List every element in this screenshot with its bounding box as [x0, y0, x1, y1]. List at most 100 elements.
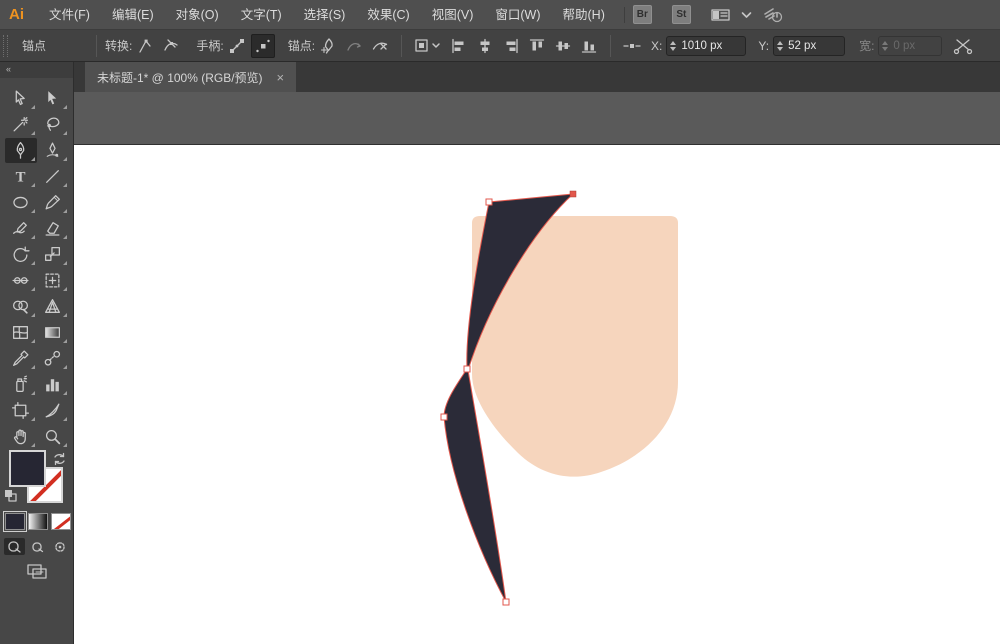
magic-wand-tool[interactable]: [5, 112, 37, 137]
touch-gesture-icon[interactable]: [762, 5, 786, 25]
none-button[interactable]: [51, 513, 71, 530]
y-spinner[interactable]: [777, 40, 784, 51]
width-label: 宽:: [859, 39, 875, 53]
document-area: 未标题-1* @ 100% (RGB/预览) ×: [74, 62, 1000, 644]
illustrator-window: Ai 文件(F) 编辑(E) 对象(O) 文字(T) 选择(S) 效果(C) 视…: [0, 0, 1000, 644]
menu-view[interactable]: 视图(V): [421, 0, 485, 30]
anchor-point[interactable]: [502, 598, 510, 606]
symbol-sprayer-tool[interactable]: [5, 372, 37, 397]
blend-tool[interactable]: [37, 346, 69, 371]
width-tool[interactable]: [5, 268, 37, 293]
width-value: 0 px: [893, 39, 916, 52]
direct-selection-tool[interactable]: [37, 86, 69, 111]
fill-swatch[interactable]: [9, 450, 46, 487]
menu-select[interactable]: 选择(S): [293, 0, 357, 30]
anchor-point[interactable]: [463, 365, 471, 373]
slice-tool[interactable]: [37, 398, 69, 423]
x-spinner[interactable]: [670, 40, 677, 51]
artwork-svg[interactable]: [74, 92, 1000, 644]
align-h-left-icon[interactable]: [447, 34, 471, 58]
anchor-point[interactable]: [485, 198, 493, 206]
mesh-tool[interactable]: [5, 320, 37, 345]
convert-corner-icon[interactable]: [133, 34, 157, 58]
y-field[interactable]: 52 px: [773, 35, 846, 56]
color-button[interactable]: [3, 511, 27, 532]
workspace-switcher-icon[interactable]: [711, 7, 731, 23]
align-v-center-icon[interactable]: [551, 34, 575, 58]
scissors-icon[interactable]: [952, 34, 976, 58]
anchor-marker-icon: [620, 34, 644, 58]
menu-window[interactable]: 窗口(W): [484, 0, 551, 30]
type-tool[interactable]: T: [5, 164, 37, 189]
lasso-tool[interactable]: [37, 112, 69, 137]
panel-grip[interactable]: [3, 34, 8, 57]
menu-edit[interactable]: 编辑(E): [101, 0, 165, 30]
rotate-tool[interactable]: [5, 242, 37, 267]
draw-normal-button[interactable]: [4, 538, 25, 555]
menu-file[interactable]: 文件(F): [38, 0, 101, 30]
anchors-label: 锚点:: [287, 39, 316, 53]
x-value[interactable]: 1010 px: [681, 40, 722, 52]
align-h-center-icon[interactable]: [473, 34, 497, 58]
canvas[interactable]: [74, 92, 1000, 644]
curvature-tool[interactable]: [37, 138, 69, 163]
paintbrush-tool[interactable]: [37, 190, 69, 215]
screen-mode-button[interactable]: [0, 562, 74, 581]
perspective-grid-tool[interactable]: [37, 294, 69, 319]
ellipse-tool[interactable]: [5, 190, 37, 215]
artboard-tool[interactable]: [5, 398, 37, 423]
document-tab[interactable]: 未标题-1* @ 100% (RGB/预览) ×: [85, 62, 297, 92]
x-label: X:: [651, 38, 663, 53]
free-transform-tool[interactable]: [37, 268, 69, 293]
chevron-down-icon[interactable]: [741, 11, 752, 19]
column-graph-tool[interactable]: [37, 372, 69, 397]
tab-close-icon[interactable]: ×: [277, 71, 285, 84]
show-handles-icon[interactable]: [225, 34, 249, 58]
panel-collapse-button[interactable]: «: [0, 62, 73, 78]
y-value[interactable]: 52 px: [788, 40, 816, 52]
stock-button[interactable]: St: [671, 5, 691, 24]
align-v-bottom-icon[interactable]: [577, 34, 601, 58]
control-bar: 锚点 转换: 手柄: 锚点: X: 1010 px Y: 52 px 宽: 0 …: [0, 30, 1000, 62]
menu-help[interactable]: 帮助(H): [552, 0, 616, 30]
cut-path-icon[interactable]: [368, 34, 392, 58]
svg-text:T: T: [16, 169, 26, 185]
add-anchor-pen-icon[interactable]: [316, 34, 340, 58]
hand-tool[interactable]: [5, 424, 37, 449]
align-h-right-icon[interactable]: [499, 34, 523, 58]
ai-logo: Ai: [9, 6, 24, 23]
width-spinner: [882, 40, 889, 51]
shape-builder-tool[interactable]: [5, 294, 37, 319]
document-tab-title: 未标题-1* @ 100% (RGB/预览): [97, 70, 263, 85]
align-to-artboard-icon[interactable]: [411, 34, 445, 58]
default-fill-stroke-icon[interactable]: [3, 488, 19, 509]
convert-smooth-icon[interactable]: [159, 34, 183, 58]
scale-tool[interactable]: [37, 242, 69, 267]
zoom-tool[interactable]: [37, 424, 69, 449]
gradient-button[interactable]: [28, 513, 48, 530]
draw-behind-button[interactable]: [27, 538, 48, 555]
menu-type[interactable]: 文字(T): [230, 0, 293, 30]
shaper-tool[interactable]: [5, 216, 37, 241]
menu-object[interactable]: 对象(O): [165, 0, 230, 30]
context-label: 锚点: [22, 39, 47, 53]
divider: [401, 34, 403, 57]
gradient-tool[interactable]: [37, 320, 69, 345]
anchor-point-selected[interactable]: [569, 190, 577, 198]
handles-label: 手柄:: [196, 39, 224, 53]
line-segment-tool[interactable]: [37, 164, 69, 189]
selection-tool[interactable]: [5, 86, 37, 111]
menu-effect[interactable]: 效果(C): [356, 0, 420, 30]
bridge-button[interactable]: Br: [632, 5, 652, 24]
x-field[interactable]: 1010 px: [666, 35, 747, 56]
eyedropper-tool[interactable]: [5, 346, 37, 371]
align-v-top-icon[interactable]: [525, 34, 549, 58]
document-tab-bar: 未标题-1* @ 100% (RGB/预览) ×: [74, 62, 1000, 92]
divider: [96, 34, 97, 57]
eraser-tool[interactable]: [37, 216, 69, 241]
draw-inside-button[interactable]: [50, 538, 71, 555]
hide-handles-icon[interactable]: [250, 33, 275, 58]
y-label: Y:: [758, 38, 770, 53]
pen-tool[interactable]: [4, 138, 37, 163]
anchor-point[interactable]: [440, 413, 448, 421]
